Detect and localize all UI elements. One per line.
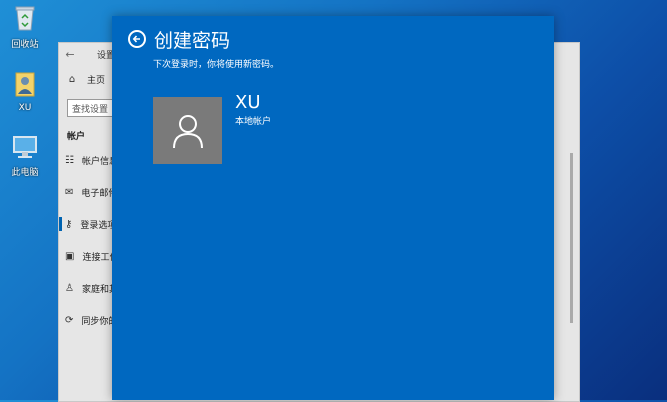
sidebar-item-signin-options[interactable]: ⚷ 登录选项 — [59, 214, 113, 234]
back-arrow-icon[interactable]: ← — [59, 48, 81, 61]
sidebar-item-label: 同步你的设置 — [81, 316, 113, 327]
search-placeholder: 查找设置 — [72, 104, 109, 115]
sidebar-item-sync[interactable]: ⟳ 同步你的设置 — [59, 310, 113, 330]
back-arrow-icon — [132, 35, 140, 43]
sidebar-item-label: 主页 — [87, 75, 106, 86]
user-silhouette-icon — [172, 114, 203, 148]
sidebar-item-label: 电子邮件 — [81, 188, 113, 199]
computer-icon — [2, 134, 48, 163]
sidebar-item-label: 帐户信息 — [81, 156, 113, 167]
account-type: 本地帐户 — [235, 117, 272, 127]
sidebar-section-title: 帐户 — [67, 132, 86, 142]
sidebar-item-label: 连接工作 — [82, 252, 113, 263]
sidebar-item-work-access[interactable]: ▣ 连接工作 — [59, 246, 113, 266]
dialog-title: 创建密码 — [154, 30, 231, 52]
scrollbar[interactable] — [570, 153, 573, 323]
sidebar-item-home[interactable]: ⌂ 主页 — [59, 69, 113, 89]
avatar — [153, 97, 222, 164]
desktop-icon-user-folder[interactable]: XU — [2, 70, 48, 113]
dialog-subtitle: 下次登录时，你将使用新密码。 — [153, 60, 280, 70]
desktop-icon-computer[interactable]: 此电脑 — [2, 134, 48, 178]
sync-icon: ⟳ — [65, 314, 74, 326]
person-card-icon: ☷ — [65, 154, 74, 166]
briefcase-icon: ▣ — [65, 250, 75, 262]
sidebar-item-label: 登录选项 — [80, 220, 113, 231]
desktop-icon-label: 回收站 — [11, 40, 39, 50]
user-folder-icon — [2, 70, 48, 101]
user-name: XU — [235, 92, 261, 113]
home-icon: ⌂ — [68, 73, 76, 85]
sidebar-item-email[interactable]: ✉ 电子邮件 — [59, 182, 113, 202]
key-icon: ⚷ — [65, 218, 73, 230]
person-add-icon: ♙ — [65, 282, 74, 294]
desktop-icon-recycle-bin[interactable]: 回收站 — [2, 4, 48, 50]
back-button[interactable] — [128, 30, 146, 48]
selected-indicator — [59, 217, 62, 231]
desktop-icon-label: XU — [18, 103, 32, 113]
recycle-bin-icon — [2, 4, 48, 35]
search-input[interactable]: 查找设置 — [67, 99, 113, 117]
create-password-dialog: 创建密码 下次登录时，你将使用新密码。 XU 本地帐户 — [112, 16, 554, 400]
sidebar-item-label: 家庭和其他 — [81, 284, 113, 295]
mail-icon: ✉ — [65, 186, 74, 198]
sidebar-item-family[interactable]: ♙ 家庭和其他 — [59, 278, 113, 298]
sidebar-item-account-info[interactable]: ☷ 帐户信息 — [59, 150, 113, 170]
desktop-icon-label: 此电脑 — [11, 168, 39, 178]
settings-sidebar: ⌂ 主页 查找设置 帐户 ☷ 帐户信息 ✉ 电子邮件 ⚷ 登录选项 ▣ 连接工作… — [59, 65, 113, 330]
